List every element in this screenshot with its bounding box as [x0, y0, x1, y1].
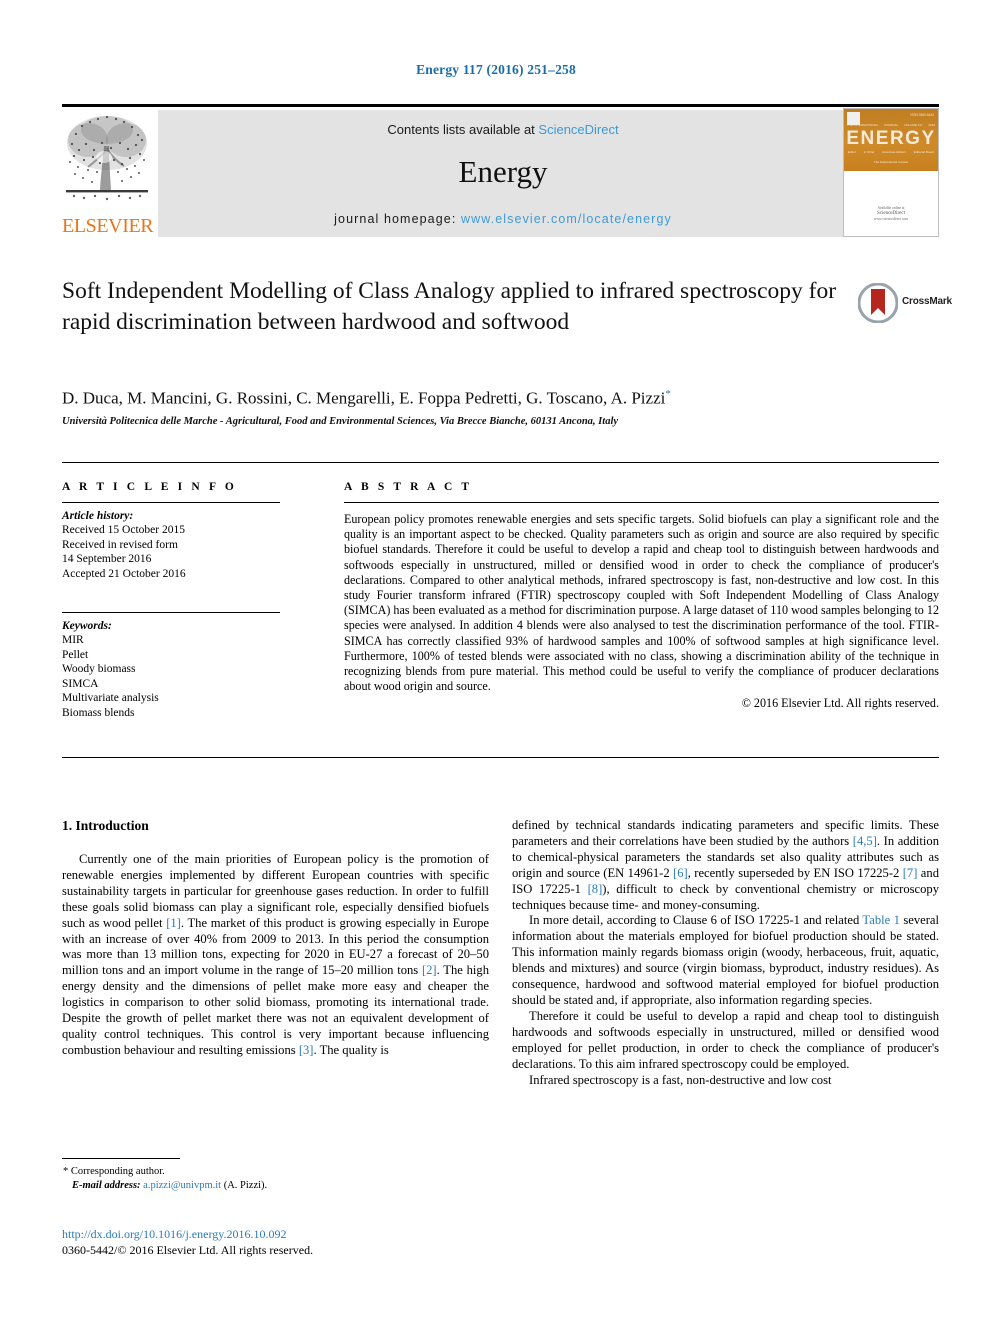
intro-paragraph-right-2: In more detail, according to Clause 6 of… [512, 913, 939, 1008]
footnote-rule [62, 1158, 180, 1159]
crossmark-icon [857, 282, 899, 324]
intro-text-d: . The quality is [313, 1042, 389, 1057]
history-line: Accepted 21 October 2016 [62, 567, 186, 580]
journal-cover-thumbnail: ISSN 0360-5442 THE INTERNATIONAL JOURNAL… [843, 108, 939, 237]
intro-text-c: . The high energy density and the dimens… [62, 963, 489, 1057]
cover-subrow-item: Editor [847, 150, 856, 154]
cover-tagline: The International Journal [873, 160, 909, 164]
intro-paragraph-right-1: defined by technical standards indicatin… [512, 818, 939, 913]
table-1-link[interactable]: Table 1 [862, 913, 900, 927]
intro-paragraph-right-4: Infrared spectroscopy is a fast, non-des… [529, 1072, 832, 1087]
paper-page: Energy 117 (2016) 251–258 ELSEVIER Conte… [0, 0, 992, 1323]
elsevier-logo: ELSEVIER [62, 110, 154, 237]
keyword-item: MIR [62, 634, 84, 646]
email-link[interactable]: a.pizzi@univpm.it [143, 1180, 221, 1191]
crossmark-badge[interactable]: CrossMark [857, 282, 952, 325]
section-heading-introduction: 1. Introduction [62, 818, 149, 833]
cover-subrow-item: Associate Editors [882, 150, 906, 154]
cover-bottom-line-2: ScienceDirect [876, 211, 906, 216]
journal-homepage-line: journal homepage: www.elsevier.com/locat… [158, 212, 848, 226]
history-line: 14 September 2016 [62, 553, 152, 565]
cover-bottom-text: Available online at ScienceDirect www.sc… [844, 206, 938, 223]
email-suffix: (A. Pizzi). [223, 1179, 268, 1191]
abstract-copyright: © 2016 Elsevier Ltd. All rights reserved… [741, 696, 939, 711]
article-info-heading: A R T I C L E I N F O [62, 481, 237, 493]
cover-bottom-line-3: www.sciencedirect.com [873, 216, 909, 221]
article-info-rule [62, 502, 280, 503]
intro-paragraph-left: Currently one of the main priorities of … [62, 852, 489, 1059]
cover-top-label: ISSN 0360-5442 [910, 113, 934, 117]
footnote-asterisk: * [63, 1166, 71, 1177]
citation-link-3[interactable]: [3] [299, 1043, 314, 1057]
affiliation: Università Politecnica delle Marche - Ag… [62, 416, 619, 427]
corresponding-author-line: * Corresponding author. [62, 1165, 489, 1179]
cover-subrow-item: THE INTERNATIONAL [846, 123, 879, 127]
citation-link-1[interactable]: [1] [166, 916, 181, 930]
journal-masthead: ELSEVIER Contents lists available at Sci… [62, 104, 939, 237]
crossmark-label: CrossMark [902, 296, 952, 307]
band-bottom-rule [62, 757, 939, 758]
right2-text-b: several information about the materials … [512, 913, 939, 1007]
band-top-rule [62, 462, 939, 463]
corresponding-author-marker: * [665, 388, 671, 400]
contents-lists-line: Contents lists available at ScienceDirec… [158, 122, 848, 137]
abstract-column: A B S T R A C T European policy promotes… [344, 481, 939, 712]
doi-block: http://dx.doi.org/10.1016/j.energy.2016.… [62, 1226, 562, 1258]
doi-link[interactable]: http://dx.doi.org/10.1016/j.energy.2016.… [62, 1226, 562, 1242]
corresponding-author-text: Corresponding author. [70, 1166, 165, 1177]
keywords-label: Keywords: [62, 620, 112, 632]
citation-link-4-5[interactable]: [4,5] [853, 834, 877, 848]
citation-link-8[interactable]: [8] [588, 882, 603, 896]
author-list: D. Duca, M. Mancini, G. Rossini, C. Meng… [62, 388, 922, 409]
cover-subrow-item: JOURNAL [883, 123, 899, 127]
cover-subrow-item: Editorial Board [913, 150, 935, 154]
elsevier-tree-icon [64, 110, 150, 211]
contents-lists-prefix: Contents lists available at [387, 122, 539, 137]
body-column-right: defined by technical standards indicatin… [512, 818, 939, 1088]
author-names: D. Duca, M. Mancini, G. Rossini, C. Meng… [62, 388, 666, 408]
elsevier-wordmark: ELSEVIER [62, 215, 154, 237]
keyword-item: Woody biomass [62, 663, 136, 675]
cover-subrow-top: THE INTERNATIONAL JOURNAL VOLUME 117 201… [844, 123, 938, 127]
abstract-heading: A B S T R A C T [344, 481, 473, 493]
sciencedirect-link[interactable]: ScienceDirect [538, 122, 618, 137]
running-head: Energy 117 (2016) 251–258 [416, 62, 576, 77]
email-line: E-mail address: a.pizzi@univpm.it (A. Pi… [62, 1179, 489, 1193]
right-text-c: , recently superseded by EN ISO 17225-2 [687, 865, 903, 880]
keyword-item: SIMCA [62, 677, 99, 690]
abstract-text: European policy promotes renewable energ… [344, 512, 939, 694]
journal-title: Energy [458, 154, 548, 189]
cover-subrow-bottom: Editor in Chief Associate Editors Editor… [844, 150, 938, 154]
footnote-block: * Corresponding author. E-mail address: … [62, 1158, 489, 1192]
masthead-top-rule [62, 104, 939, 107]
abstract-rule [344, 502, 939, 503]
cover-subrow-item: 2016 [928, 123, 936, 127]
homepage-url-link[interactable]: www.elsevier.com/locate/energy [461, 212, 672, 226]
cover-subrow-item: VOLUME 117 [903, 123, 923, 127]
cover-orange-band: ISSN 0360-5442 THE INTERNATIONAL JOURNAL… [844, 109, 938, 171]
keyword-item: Pellet [62, 648, 89, 661]
cover-subrow-item: in Chief [863, 150, 875, 154]
citation-link-6[interactable]: [6] [673, 866, 688, 880]
intro-paragraph-right-3: Therefore it could be useful to develop … [512, 1008, 939, 1071]
issn-copyright-line: 0360-5442/© 2016 Elsevier Ltd. All right… [62, 1243, 314, 1257]
page-title: Soft Independent Modelling of Class Anal… [62, 278, 837, 335]
citation-link-7[interactable]: [7] [903, 866, 918, 880]
citation-link-2[interactable]: [2] [422, 963, 437, 977]
keyword-item: Multivariate analysis [62, 692, 159, 704]
cover-energy-title: ENERGY [846, 128, 936, 149]
history-line: Received in revised form [62, 538, 178, 551]
body-column-left: 1. Introduction Currently one of the mai… [62, 818, 489, 1059]
article-history-label: Article history: [62, 510, 134, 522]
journal-banner: Contents lists available at ScienceDirec… [158, 110, 848, 237]
history-line: Received 15 October 2015 [62, 524, 185, 536]
title-block: Soft Independent Modelling of Class Anal… [62, 276, 852, 338]
homepage-prefix: journal homepage: [334, 212, 461, 226]
keywords-rule [62, 612, 280, 613]
right2-text-a: In more detail, according to Clause 6 of… [529, 913, 863, 928]
keyword-item: Biomass blends [62, 706, 135, 719]
email-label: E-mail address: [72, 1179, 141, 1191]
article-info-column: A R T I C L E I N F O Article history: R… [62, 481, 300, 720]
